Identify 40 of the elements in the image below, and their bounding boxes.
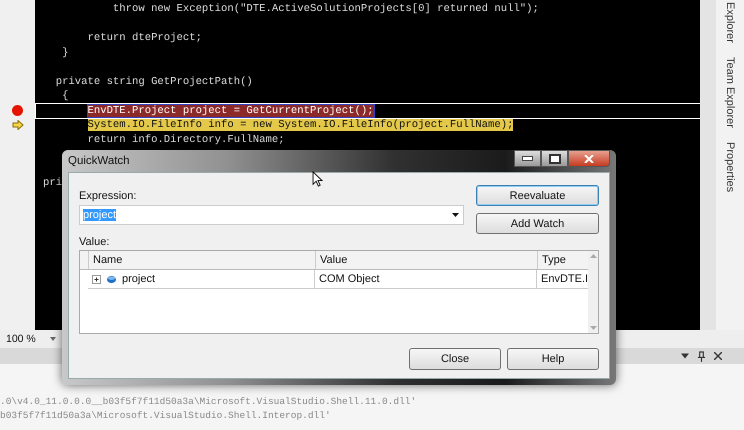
- scrollbar[interactable]: [700, 0, 716, 330]
- dialog-title: QuickWatch: [68, 155, 130, 167]
- side-tab[interactable]: Explorer: [724, 2, 736, 43]
- table-cell: project: [122, 273, 156, 285]
- column-header[interactable]: Type: [538, 251, 588, 269]
- breakpoint-icon[interactable]: [12, 105, 23, 116]
- side-tab[interactable]: Properties: [724, 142, 736, 192]
- object-icon: [106, 274, 117, 284]
- code-line: pri: [43, 177, 62, 189]
- code-line: return dteProject;: [86, 32, 202, 44]
- expand-icon[interactable]: [92, 274, 101, 284]
- code-line: private string GetProjectPath(): [54, 76, 253, 88]
- pin-icon[interactable]: [697, 350, 706, 362]
- code-line: }: [61, 46, 68, 58]
- close-button[interactable]: [568, 150, 610, 167]
- minimize-button[interactable]: [514, 150, 541, 167]
- column-header[interactable]: Name: [89, 251, 316, 269]
- code-line: return info.Directory.FullName;: [86, 134, 285, 146]
- dropdown-arrow-icon[interactable]: [452, 213, 459, 217]
- close-icon[interactable]: [714, 352, 722, 360]
- expression-label: Expression:: [79, 190, 138, 202]
- code-line: {: [61, 90, 68, 102]
- maximize-button[interactable]: [541, 150, 568, 167]
- table-cell: COM Object: [315, 270, 537, 288]
- dialog-button[interactable]: Add Watch: [476, 213, 599, 234]
- table-cell-text: EnvDTE.I: [540, 272, 588, 287]
- output-line: .0\v4.0_11.0.0.0__b03f5f7f11d50a3a\Microsoft.VisualStudio.Shell.11.0.dll': [0, 395, 418, 408]
- output-line: b03f5f7f11d50a3a\Microsoft.VisualStudio.Shell.Interop.dll': [0, 408, 332, 422]
- code-line: throw new Exception("DTE.ActiveSolutionProjects[0] returned null");: [112, 3, 539, 15]
- mouse-pointer-icon: [312, 171, 323, 187]
- value-label: Value:: [79, 236, 110, 248]
- dialog-button[interactable]: Reevaluate: [476, 185, 599, 206]
- dialog-button[interactable]: Help: [507, 348, 599, 370]
- caret-icon: [50, 337, 56, 341]
- side-tab[interactable]: Team Explorer: [724, 56, 736, 128]
- dialog-button[interactable]: Close: [409, 348, 501, 370]
- column-header[interactable]: Value: [316, 251, 538, 269]
- caret-icon[interactable]: [681, 352, 689, 360]
- close-icon: [584, 154, 594, 162]
- zoom-dropdown[interactable]: 100 %: [0, 333, 62, 345]
